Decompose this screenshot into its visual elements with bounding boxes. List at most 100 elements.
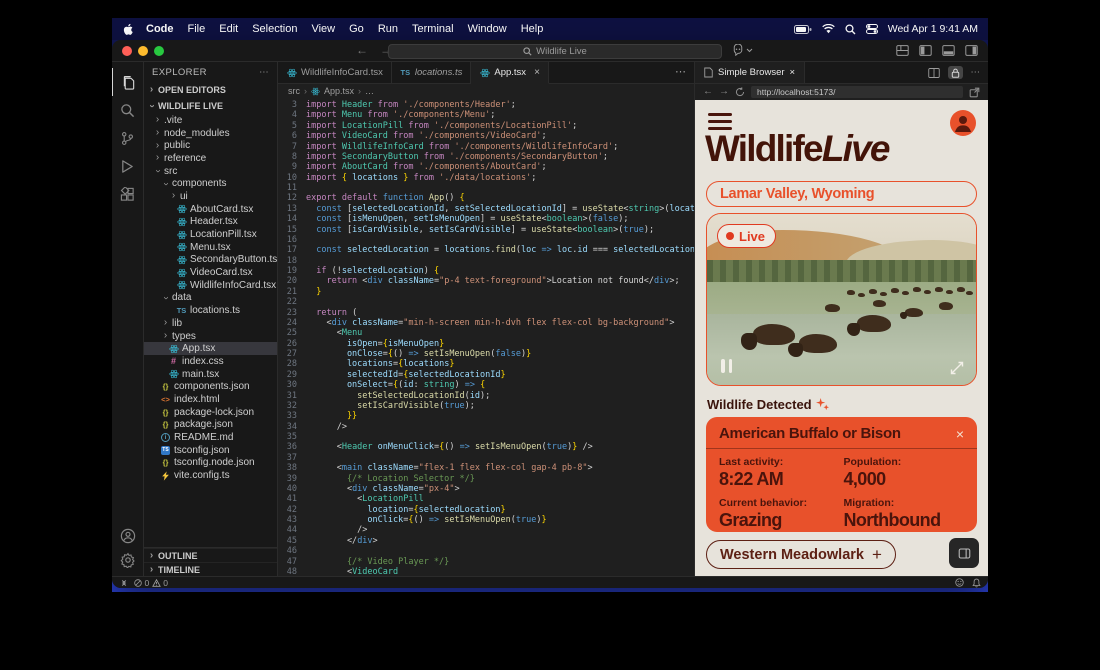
file-menu.tsx[interactable]: Menu.tsx	[144, 241, 277, 254]
menu-code[interactable]: Code	[139, 23, 181, 35]
browser-back-button[interactable]: ←	[703, 87, 713, 97]
toggle-primary-sidebar-icon[interactable]	[919, 44, 932, 57]
file-public[interactable]: ›public	[144, 139, 277, 152]
menu-terminal[interactable]: Terminal	[405, 23, 461, 35]
problems-indicator[interactable]: 0 0	[134, 578, 168, 588]
file-node_modules[interactable]: ›node_modules	[144, 127, 277, 140]
breadcrumb[interactable]: src › App.tsx › …	[278, 84, 694, 98]
file-types[interactable]: ›types	[144, 330, 277, 343]
split-editor-icon[interactable]	[928, 67, 940, 79]
file-main.tsx[interactable]: main.tsx	[144, 368, 277, 381]
file-readme.md[interactable]: iREADME.md	[144, 431, 277, 444]
close-tab-icon[interactable]: ×	[790, 67, 796, 78]
url-input[interactable]: http://localhost:5173/	[751, 86, 963, 98]
browser-more-actions[interactable]: ⋯	[971, 67, 981, 78]
toggle-secondary-sidebar-icon[interactable]	[965, 44, 978, 57]
search-view-icon[interactable]	[112, 96, 144, 124]
breadcrumb-file[interactable]: App.tsx	[324, 86, 354, 96]
file-wildlifeinfocard.tsx[interactable]: WildlifeInfoCard.tsx	[144, 279, 277, 292]
file-.vite[interactable]: ›.vite	[144, 114, 277, 127]
simple-browser-tab[interactable]: Simple Browser ×	[695, 62, 805, 83]
control-center-icon[interactable]	[866, 24, 878, 34]
close-window-button[interactable]	[122, 46, 132, 56]
stat-label: Migration:	[844, 497, 965, 509]
menu-view[interactable]: View	[304, 23, 342, 35]
file-data[interactable]: ›data	[144, 292, 277, 305]
menu-window[interactable]: Window	[461, 23, 514, 35]
file-vite.config.ts[interactable]: vite.config.ts	[144, 469, 277, 482]
tabbar-more-actions[interactable]: ⋯	[675, 65, 686, 78]
live-video-card[interactable]: Live	[706, 213, 977, 386]
file-tsconfig.json[interactable]: TStsconfig.json	[144, 444, 277, 457]
zoom-window-button[interactable]	[154, 46, 164, 56]
spotlight-search-icon[interactable]	[845, 24, 856, 35]
command-center-search[interactable]: Wildlife Live	[388, 44, 722, 59]
settings-gear-icon[interactable]	[120, 552, 136, 568]
source-control-icon[interactable]	[112, 124, 144, 152]
menu-file[interactable]: File	[181, 23, 213, 35]
avatar[interactable]	[950, 110, 976, 136]
close-card-button[interactable]: ×	[956, 427, 964, 441]
location-pill-button[interactable]: Lamar Valley, Wyoming	[706, 181, 977, 207]
file-locationpill.tsx[interactable]: LocationPill.tsx	[144, 228, 277, 241]
remote-indicator-icon[interactable]	[119, 579, 129, 587]
file-videocard.tsx[interactable]: VideoCard.tsx	[144, 266, 277, 279]
file-app.tsx[interactable]: App.tsx	[144, 342, 277, 355]
open-external-icon[interactable]	[969, 87, 980, 98]
menu-help[interactable]: Help	[514, 23, 551, 35]
browser-forward-button[interactable]: →	[719, 87, 729, 97]
toggle-panel-icon[interactable]	[942, 44, 955, 57]
apple-logo-icon[interactable]	[122, 23, 135, 36]
feedback-smiley-icon[interactable]	[955, 578, 964, 587]
tab-wildlifeinfocard.tsx[interactable]: WildlifeInfoCard.tsx	[278, 62, 392, 83]
file-header.tsx[interactable]: Header.tsx	[144, 216, 277, 229]
run-debug-icon[interactable]	[112, 152, 144, 180]
file-components.json[interactable]: {}components.json	[144, 380, 277, 393]
file-index.html[interactable]: <>index.html	[144, 393, 277, 406]
fullscreen-expand-icon[interactable]	[950, 361, 964, 375]
code-editor[interactable]: 3import Header from './components/Header…	[278, 98, 694, 576]
accounts-icon[interactable]	[120, 528, 136, 544]
pause-button[interactable]	[721, 359, 732, 373]
file-src[interactable]: ›src	[144, 165, 277, 178]
file-locations.ts[interactable]: TSlocations.ts	[144, 304, 277, 317]
timeline-section[interactable]: › TIMELINE	[144, 562, 277, 576]
file-ui[interactable]: ›ui	[144, 190, 277, 203]
open-editors-section[interactable]: › OPEN EDITORS	[144, 82, 277, 98]
vscode-titlebar[interactable]: ← → Wildlife Live	[112, 40, 988, 62]
extensions-icon[interactable]	[112, 180, 144, 208]
file-secondarybutton.tsx[interactable]: SecondaryButton.tsx	[144, 254, 277, 267]
explorer-more-actions[interactable]: ⋯	[259, 67, 269, 78]
outline-section[interactable]: › OUTLINE	[144, 548, 277, 562]
copilot-menu-button[interactable]	[732, 44, 753, 56]
tab-app.tsx[interactable]: App.tsx×	[471, 62, 549, 84]
notifications-bell-icon[interactable]	[972, 578, 981, 588]
workspace-root-folder[interactable]: › WILDLIFE LIVE	[144, 98, 277, 114]
menu-selection[interactable]: Selection	[245, 23, 304, 35]
browser-reload-icon[interactable]	[735, 87, 745, 97]
history-back-button[interactable]: ←	[356, 43, 368, 57]
close-tab-icon[interactable]: ×	[534, 67, 540, 78]
file-reference[interactable]: ›reference	[144, 152, 277, 165]
dev-overlay-button[interactable]	[949, 538, 979, 568]
minimize-window-button[interactable]	[138, 46, 148, 56]
file-tsconfig.node.json[interactable]: {}tsconfig.node.json	[144, 457, 277, 470]
file-package-lock.json[interactable]: {}package-lock.json	[144, 406, 277, 419]
lock-button[interactable]	[948, 66, 963, 79]
tab-locations.ts[interactable]: TSlocations.ts	[392, 62, 472, 83]
customize-layout-icon[interactable]	[896, 44, 909, 57]
menu-edit[interactable]: Edit	[212, 23, 245, 35]
file-lib[interactable]: ›lib	[144, 317, 277, 330]
explorer-view-icon[interactable]	[112, 68, 144, 96]
file-index.css[interactable]: #index.css	[144, 355, 277, 368]
file-components[interactable]: ›components	[144, 177, 277, 190]
wifi-icon[interactable]	[822, 24, 835, 34]
file-label: components.json	[174, 381, 250, 392]
next-species-button[interactable]: Western Meadowlark +	[706, 540, 896, 569]
breadcrumb-symbol[interactable]: …	[365, 86, 374, 96]
menu-go[interactable]: Go	[342, 23, 371, 35]
file-package.json[interactable]: {}package.json	[144, 419, 277, 432]
menu-run[interactable]: Run	[371, 23, 405, 35]
breadcrumb-src[interactable]: src	[288, 86, 300, 96]
file-aboutcard.tsx[interactable]: AboutCard.tsx	[144, 203, 277, 216]
